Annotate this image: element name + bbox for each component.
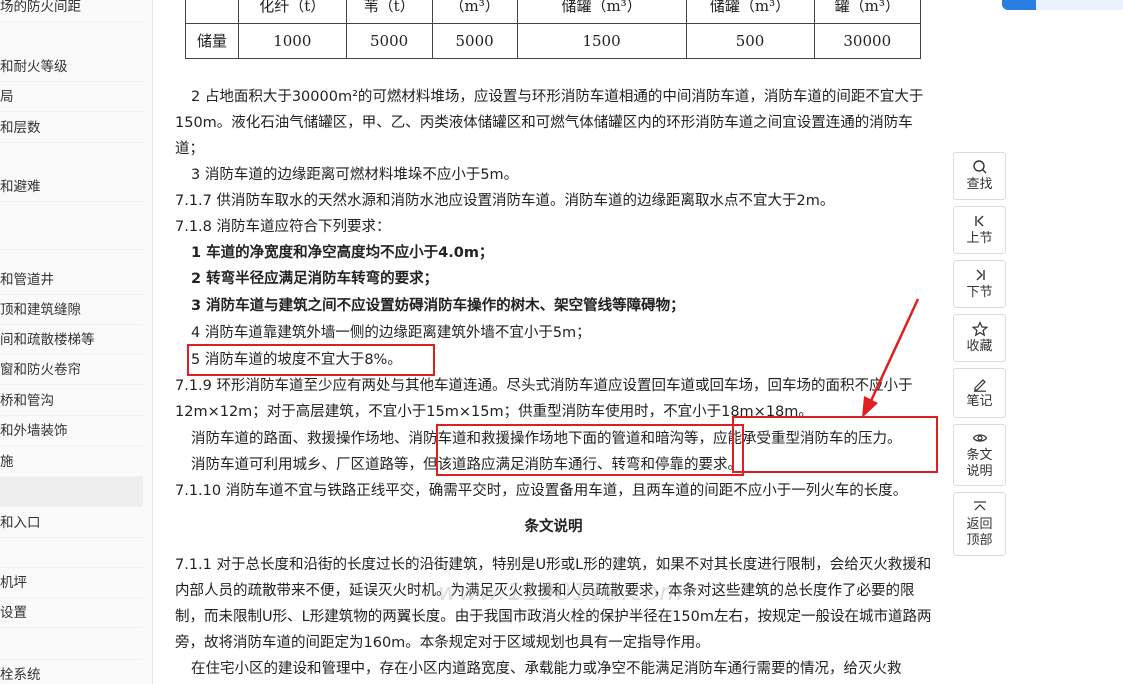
sidebar: 场的防火间距 和耐火等级 局 和层数 和避难 和管道井 顶和建筑缝隙 间和疏散楼…: [0, 0, 153, 684]
sidebar-item[interactable]: 和耐火等级: [0, 52, 143, 82]
next-section-button[interactable]: 下节: [953, 260, 1006, 308]
table-cell: （m³）: [431, 0, 518, 24]
eye-icon: [972, 434, 987, 442]
prev-section-label: 上节: [966, 231, 993, 246]
sidebar-item[interactable]: 桥和管沟: [0, 386, 143, 416]
table-cell: 1000: [238, 23, 347, 59]
sidebar-item[interactable]: 顶和建筑缝隙: [0, 295, 143, 325]
paragraph-bold: 2 转弯半径应满足消防车转弯的要求；: [191, 271, 439, 287]
clause-explanation-button[interactable]: 条文说明: [953, 424, 1006, 486]
table-cell: 500: [685, 23, 815, 59]
sidebar-item[interactable]: 和入口: [0, 508, 143, 538]
back-to-top-button[interactable]: 返回顶部: [953, 492, 1006, 556]
table-cell: 30000: [813, 23, 922, 59]
sidebar-item[interactable]: 和外墙装饰: [0, 416, 143, 446]
clause-explanation-label: 条文说明: [966, 448, 993, 479]
table-cell: 化纤（t）: [238, 0, 347, 24]
back-to-top-icon: [973, 501, 986, 511]
sidebar-item[interactable]: 施: [0, 447, 143, 477]
sidebar-item[interactable]: 栓系统: [0, 660, 143, 684]
sidebar-item[interactable]: 和避难: [0, 172, 143, 202]
paragraph: 在住宅小区的建设和管理中，存在小区内道路宽度、承载能力或净空不能满足消防车通行需…: [191, 661, 902, 677]
search-button[interactable]: 查找: [953, 152, 1006, 200]
next-section-label: 下节: [966, 285, 993, 300]
paragraph: 2 占地面积大于30000m²的可燃材料堆场，应设置与环形消防车道相通的中间消防…: [175, 89, 924, 157]
skip-previous-icon: [974, 215, 983, 227]
table-cell: [185, 0, 239, 24]
table-cell: 1500: [516, 23, 687, 59]
sidebar-item[interactable]: 和层数: [0, 113, 143, 143]
pencil-icon: [973, 379, 986, 392]
main-content: 化纤（t） 苇（t） （m³） 储罐（m³） 储罐（m³） 罐（m³） 储量 1…: [175, 0, 932, 684]
paragraph: 7.1.7 供消防车取水的天然水源和消防水池应设置消防车道。消防车道的边缘距离取…: [175, 193, 835, 209]
prev-section-button[interactable]: 上节: [953, 206, 1006, 254]
table-cell: 5000: [431, 23, 518, 59]
search-label: 查找: [966, 177, 993, 192]
skip-next-icon: [976, 269, 985, 281]
table-cell: 储量: [185, 23, 239, 59]
search-icon: [972, 160, 986, 174]
table-cell: 5000: [345, 23, 433, 59]
annotation-box: [732, 416, 938, 473]
sidebar-item[interactable]: 机坪: [0, 568, 143, 598]
sidebar-item[interactable]: [0, 630, 143, 660]
sidebar-item[interactable]: 场的防火间距: [0, 0, 143, 22]
table-row: 化纤（t） 苇（t） （m³） 储罐（m³） 储罐（m³） 罐（m³）: [185, 0, 922, 24]
storage-table: 化纤（t） 苇（t） （m³） 储罐（m³） 储罐（m³） 罐（m³） 储量 1…: [185, 0, 922, 59]
table-cell: 储罐（m³）: [516, 0, 687, 24]
favorite-button[interactable]: 收藏: [953, 314, 1006, 362]
annotation-box: [187, 344, 435, 376]
paragraph: 7.1.10 消防车道不宜与铁路正线平交，确需平交时，应设置备用车道，且两车道的…: [175, 483, 908, 499]
star-icon: [971, 321, 988, 337]
paragraph: 4 消防车道靠建筑外墙一侧的边缘距离建筑外墙不宜小于5m；: [191, 325, 591, 341]
sidebar-item[interactable]: 和管道井: [0, 265, 143, 295]
section-heading: 条文说明: [524, 519, 583, 535]
sidebar-item[interactable]: 局: [0, 82, 143, 112]
paragraph: 3 消防车道的边缘距离可燃材料堆垛不应小于5m。: [191, 167, 519, 183]
note-button[interactable]: 笔记: [953, 368, 1006, 418]
paragraph-bold: 3 消防车道与建筑之间不应设置妨碍消防车操作的树木、架空管线等障碍物；: [191, 298, 685, 314]
paragraph: 7.1.1 对于总长度和沿街的长度过长的沿街建筑，特别是U形或L形的建筑，如果不…: [175, 557, 932, 651]
back-to-top-label: 返回顶部: [966, 517, 993, 548]
sidebar-item[interactable]: 窗和防火卷帘: [0, 355, 143, 385]
sidebar-item[interactable]: 设置: [0, 598, 143, 628]
corner-tab[interactable]: [1002, 0, 1123, 10]
sidebar-item[interactable]: 间和疏散楼梯等: [0, 325, 143, 355]
annotation-box: [436, 424, 744, 476]
table-cell: 储罐（m³）: [685, 0, 815, 24]
table-cell: 罐（m³）: [813, 0, 922, 24]
note-label: 笔记: [966, 394, 993, 409]
page: 场的防火间距 和耐火等级 局 和层数 和避难 和管道井 顶和建筑缝隙 间和疏散楼…: [0, 0, 1123, 684]
table-cell: 苇（t）: [345, 0, 433, 24]
sidebar-item[interactable]: [0, 538, 143, 568]
paragraph: 7.1.8 消防车道应符合下列要求：: [175, 219, 391, 235]
paragraph-bold: 1 车道的净宽度和净空高度均不应小于4.0m；: [191, 245, 494, 261]
favorite-label: 收藏: [966, 339, 993, 354]
table-row: 储量 1000 5000 5000 1500 500 30000: [185, 23, 922, 59]
sidebar-item-active[interactable]: [0, 477, 143, 507]
sidebar-item[interactable]: [0, 220, 143, 250]
